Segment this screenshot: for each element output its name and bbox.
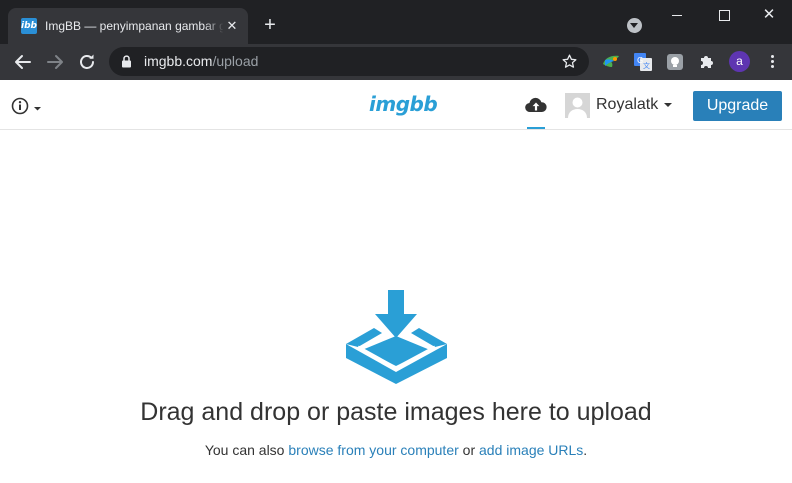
tab-search-icon[interactable]: [627, 18, 642, 33]
puzzle-icon[interactable]: [697, 52, 717, 72]
imgbb-logo[interactable]: imgbb: [369, 92, 438, 116]
window-close-button[interactable]: ✕: [746, 0, 792, 32]
extension-square-icon[interactable]: [665, 52, 685, 72]
tab-title-fade: [204, 16, 224, 36]
upload-tab-indicator: [527, 127, 545, 129]
browse-computer-link[interactable]: browse from your computer: [288, 442, 458, 458]
upload-tray-icon: [346, 290, 447, 384]
tab-title: ImgBB — penyimpanan gambar gratis: [45, 19, 223, 33]
add-image-urls-link[interactable]: add image URLs: [479, 442, 583, 458]
about-menu-button[interactable]: [11, 96, 45, 116]
site-header: imgbb Royalatk Upgrade: [0, 80, 792, 130]
menu-icon[interactable]: [764, 53, 780, 71]
url-host: imgbb.com: [144, 53, 213, 69]
url-text[interactable]: imgbb.com/upload: [144, 53, 258, 70]
back-icon[interactable]: [11, 50, 35, 74]
subtitle-prefix: You can also: [204, 442, 289, 458]
info-icon: [11, 97, 29, 115]
extension-icon[interactable]: [601, 52, 621, 72]
user-name[interactable]: Royalatk: [596, 95, 658, 115]
upload-title: Drag and drop or paste images here to up…: [140, 398, 652, 426]
subtitle-suffix: .: [583, 442, 588, 458]
user-avatar[interactable]: [565, 93, 590, 118]
tab-close-icon[interactable]: ✕: [222, 16, 242, 36]
forward-icon[interactable]: [43, 50, 67, 74]
upload-subtitle: You can also browse from your computer o…: [0, 441, 792, 459]
imgbb-favicon-icon: ibb: [21, 18, 37, 34]
upload-cloud-icon[interactable]: [525, 96, 547, 114]
star-icon[interactable]: [561, 53, 578, 70]
window-minimize-button[interactable]: [654, 0, 700, 32]
url-path: /upload: [212, 53, 259, 69]
browser-toolbar: imgbb.com/upload G 文 a: [0, 44, 792, 80]
upgrade-button[interactable]: Upgrade: [693, 91, 782, 121]
new-tab-button[interactable]: +: [258, 14, 282, 38]
reload-icon[interactable]: [75, 50, 99, 74]
browser-tab[interactable]: ibb ImgBB — penyimpanan gambar gratis ✕: [8, 8, 248, 44]
svg-text:文: 文: [643, 61, 650, 70]
chevron-down-icon: [34, 107, 41, 111]
profile-avatar[interactable]: a: [729, 51, 750, 72]
translate-icon[interactable]: G 文: [633, 52, 653, 72]
address-bar[interactable]: imgbb.com/upload: [109, 47, 589, 76]
subtitle-or: or: [458, 442, 480, 458]
browser-titlebar: ibb ImgBB — penyimpanan gambar gratis ✕ …: [0, 0, 792, 44]
user-menu-chevron-icon[interactable]: [664, 103, 672, 107]
window-maximize-button[interactable]: [700, 0, 746, 32]
lock-icon[interactable]: [121, 55, 132, 68]
